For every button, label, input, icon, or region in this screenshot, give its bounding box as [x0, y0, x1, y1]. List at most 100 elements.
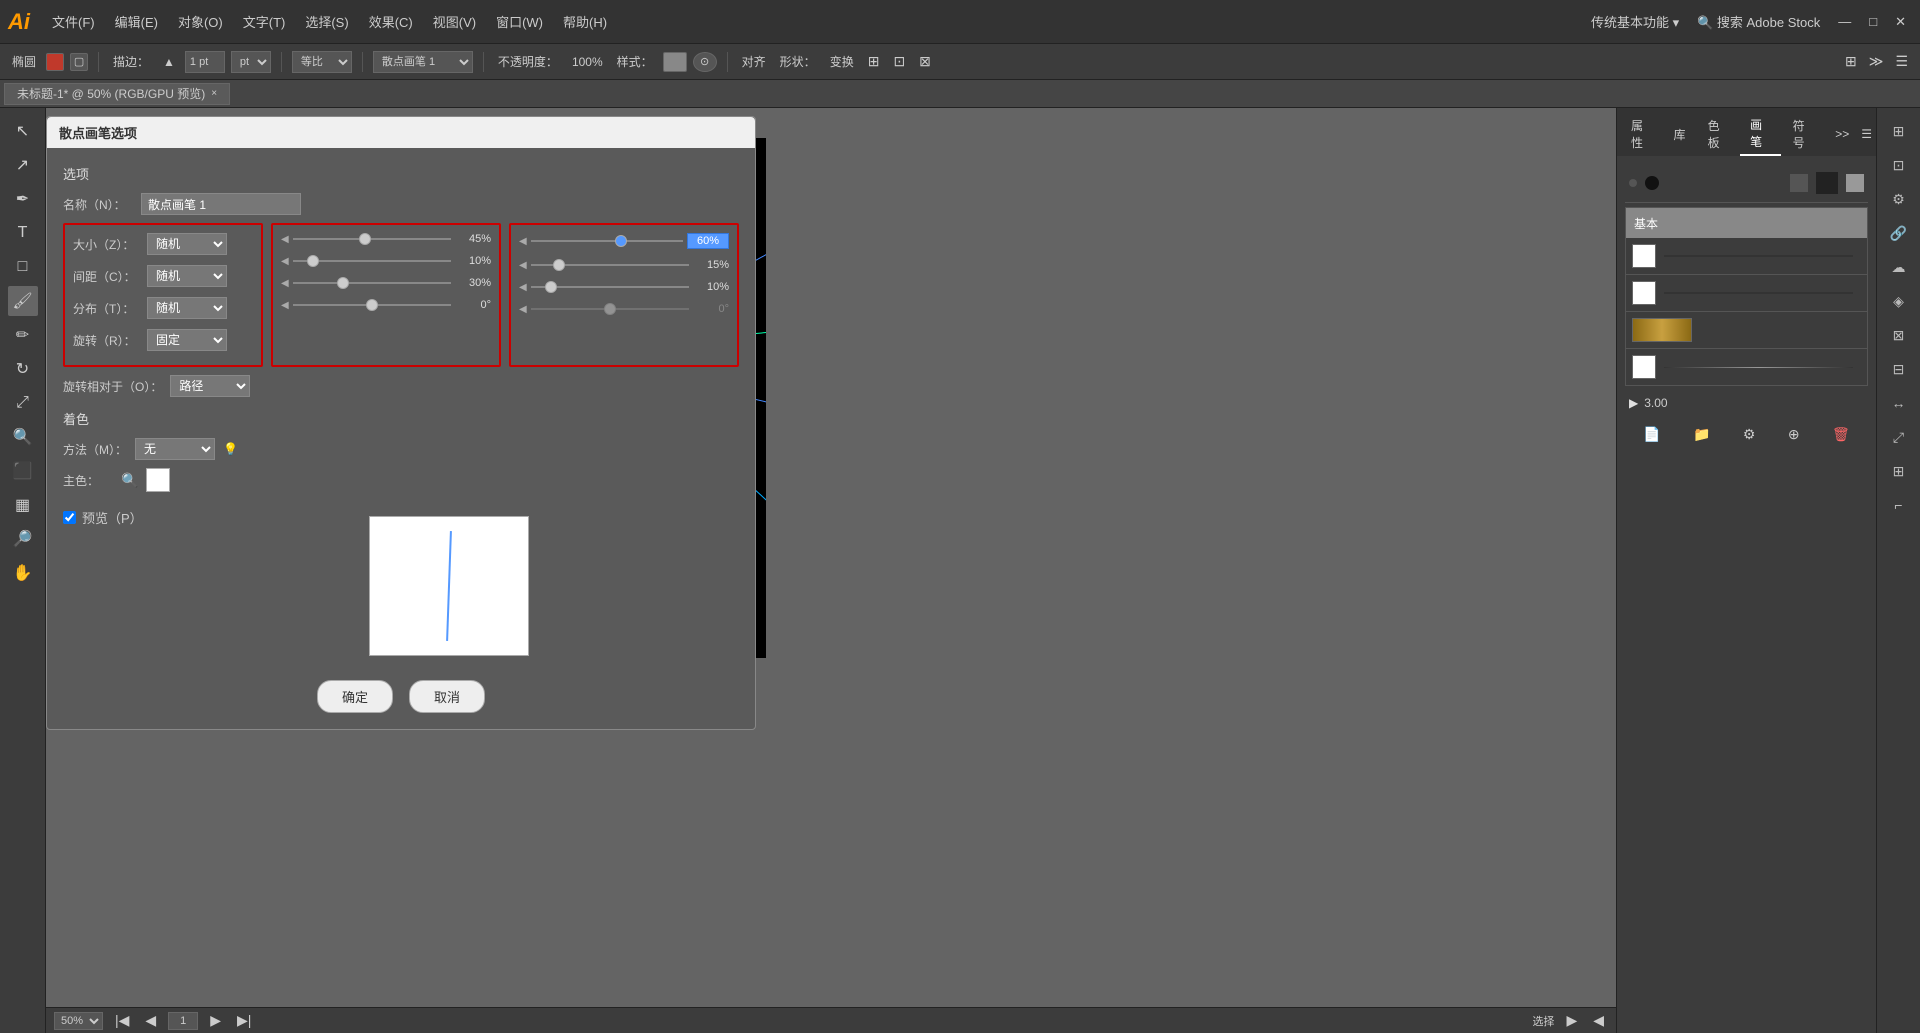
menu-text[interactable]: 文字(T): [235, 8, 294, 35]
new-brush-btn[interactable]: 📄: [1639, 424, 1664, 445]
tab-brushes[interactable]: 画笔: [1740, 112, 1781, 156]
size-type-select[interactable]: 随机: [147, 233, 227, 255]
paint-bucket-tool[interactable]: ⬛: [8, 456, 38, 486]
size-min-arrow[interactable]: ◀: [281, 234, 289, 245]
search-stock[interactable]: 🔍 搜索 Adobe Stock: [1691, 10, 1826, 33]
preview-checkbox[interactable]: [63, 511, 76, 524]
tab-swatches[interactable]: 色板: [1698, 113, 1739, 155]
scatter-min-slider[interactable]: [293, 282, 451, 284]
spacing-type-select[interactable]: 随机: [147, 265, 227, 287]
close-btn[interactable]: ✕: [1889, 12, 1912, 32]
spacing-min-slider[interactable]: [293, 260, 451, 262]
align-btn[interactable]: ⊠: [1884, 320, 1914, 350]
maximize-btn[interactable]: □: [1863, 12, 1883, 31]
scatter-min-arrow[interactable]: ◀: [281, 278, 289, 289]
pen-tool[interactable]: ✒: [8, 184, 38, 214]
zoom-tool[interactable]: 🔎: [8, 524, 38, 554]
rotate-tool[interactable]: ↻: [8, 354, 38, 384]
menu-edit[interactable]: 编辑(E): [107, 8, 166, 35]
blend-select[interactable]: 等比: [292, 51, 352, 73]
size-min-slider[interactable]: [293, 238, 451, 240]
full-screen-btn[interactable]: ⤢: [1884, 422, 1914, 452]
text-tool[interactable]: T: [8, 218, 38, 248]
method-hint-icon[interactable]: 💡: [223, 442, 238, 456]
links-btn[interactable]: 🔗: [1884, 218, 1914, 248]
layers-btn[interactable]: ⊞: [1884, 116, 1914, 146]
menu-object[interactable]: 对象(O): [170, 8, 231, 35]
preview-label[interactable]: 预览（P）: [63, 508, 143, 527]
brush-preset-4[interactable]: [1626, 349, 1867, 385]
brush-preset-3[interactable]: [1626, 312, 1867, 349]
workspace-dropdown[interactable]: 传统基本功能 ▾: [1585, 10, 1685, 33]
select-tool[interactable]: ↖: [8, 116, 38, 146]
panel-menu-icon[interactable]: ☰: [1861, 127, 1872, 141]
scale-tool[interactable]: ⤢: [8, 388, 38, 418]
fill-color-btn[interactable]: ▢: [70, 53, 88, 71]
tab-properties[interactable]: 属性: [1621, 113, 1662, 155]
rotate-max-slider[interactable]: [531, 308, 689, 310]
gradient-tool[interactable]: ▦: [8, 490, 38, 520]
artboards-btn[interactable]: ⊡: [1884, 150, 1914, 180]
expand-btn[interactable]: ⊞: [1884, 456, 1914, 486]
shape-tool[interactable]: □: [8, 252, 38, 282]
pencil-tool[interactable]: ✏: [8, 320, 38, 350]
pathfinder-btn[interactable]: ⊟: [1884, 354, 1914, 384]
stroke-unit-select[interactable]: pt: [231, 51, 271, 73]
scatter-max-slider[interactable]: [531, 286, 689, 288]
style-btn[interactable]: [663, 52, 687, 72]
direct-select-tool[interactable]: ↗: [8, 150, 38, 180]
stroke-color-btn[interactable]: [46, 53, 64, 71]
brush-dot-medium[interactable]: [1790, 174, 1808, 192]
brush-preset-1[interactable]: [1626, 238, 1867, 275]
menu-effect[interactable]: 效果(C): [361, 8, 421, 35]
tab-library[interactable]: 库: [1664, 122, 1696, 147]
key-color-swatch[interactable]: [146, 468, 170, 492]
name-input[interactable]: [141, 193, 301, 215]
transform-btn3[interactable]: ⊠: [915, 51, 935, 72]
transform-panel-btn[interactable]: ↔: [1884, 388, 1914, 418]
tab-more[interactable]: >>: [1825, 123, 1859, 145]
stroke-value-input[interactable]: [185, 51, 225, 73]
spacing-min-arrow[interactable]: ◀: [281, 256, 289, 267]
cancel-button[interactable]: 取消: [409, 680, 485, 713]
brush-options-btn[interactable]: ⚙: [1739, 424, 1760, 445]
panel-menu-btn[interactable]: ☰: [1891, 51, 1912, 72]
scatter-max-arrow[interactable]: ◀: [519, 282, 527, 293]
panel-grid-btn[interactable]: ⊞: [1841, 51, 1861, 72]
brush-library-btn[interactable]: 📁: [1689, 424, 1714, 445]
brush-preset-2[interactable]: [1626, 275, 1867, 312]
brush-dot-large[interactable]: [1816, 172, 1838, 194]
tab-close-icon[interactable]: ×: [211, 88, 217, 99]
hand-tool[interactable]: ✋: [8, 558, 38, 588]
rotate-min-slider[interactable]: [293, 304, 451, 306]
menu-help[interactable]: 帮助(H): [555, 8, 615, 35]
confirm-button[interactable]: 确定: [317, 680, 393, 713]
document-tab[interactable]: 未标题-1* @ 50% (RGB/GPU 预览) ×: [4, 83, 230, 105]
brush-dot-medium-small[interactable]: [1645, 176, 1659, 190]
spacing-max-slider[interactable]: [531, 264, 689, 266]
rotate-max-arrow[interactable]: ◀: [519, 304, 527, 315]
properties-btn[interactable]: ⚙: [1884, 184, 1914, 214]
menu-view[interactable]: 视图(V): [425, 8, 484, 35]
delete-brush-btn[interactable]: 🗑: [1828, 424, 1854, 445]
eyedropper-tool[interactable]: 🔍: [8, 422, 38, 452]
cc-libraries-btn[interactable]: ☁: [1884, 252, 1914, 282]
duplicate-brush-btn[interactable]: ⊕: [1784, 424, 1804, 445]
size-max-slider[interactable]: [531, 240, 683, 242]
rotate-type-select[interactable]: 固定: [147, 329, 227, 351]
appearance-btn[interactable]: ◈: [1884, 286, 1914, 316]
scatter-type-select[interactable]: 随机: [147, 297, 227, 319]
brush-dot-small[interactable]: [1629, 179, 1637, 187]
minimize-btn[interactable]: —: [1832, 12, 1857, 31]
eyedropper-icon[interactable]: 🔍: [121, 472, 138, 489]
menu-window[interactable]: 窗口(W): [488, 8, 551, 35]
corner-tool-btn[interactable]: ⌐: [1884, 490, 1914, 520]
rotate-min-arrow[interactable]: ◀: [281, 300, 289, 311]
method-select[interactable]: 无: [135, 438, 215, 460]
menu-file[interactable]: 文件(F): [44, 8, 103, 35]
rotation-relative-select[interactable]: 路径: [170, 375, 250, 397]
style-circle[interactable]: ⊙: [693, 52, 717, 72]
transform-btn1[interactable]: ⊞: [864, 51, 884, 72]
brush-select[interactable]: 散点画笔 1: [373, 51, 473, 73]
transform-btn2[interactable]: ⊡: [889, 51, 909, 72]
